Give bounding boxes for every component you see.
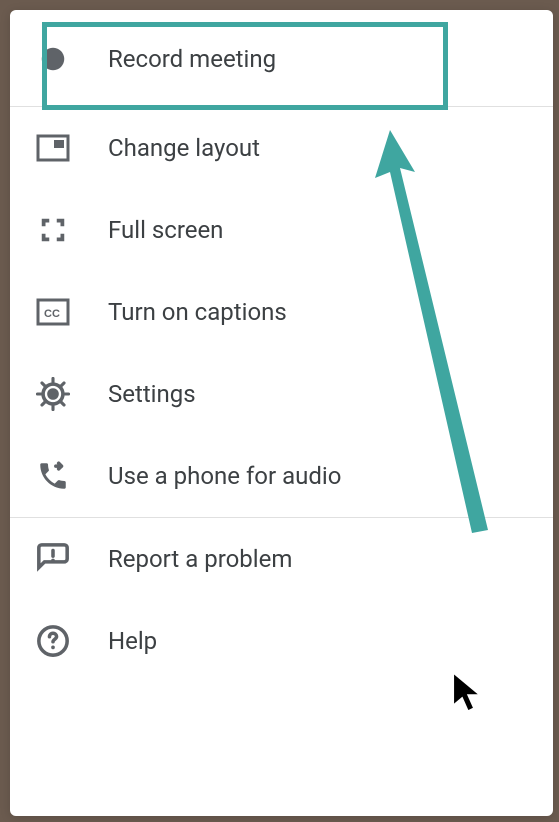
change-layout-item[interactable]: Change layout [10, 107, 553, 189]
fullscreen-item[interactable]: Full screen [10, 189, 553, 271]
settings-item[interactable]: Settings [10, 353, 553, 435]
change-layout-label: Change layout [108, 134, 260, 162]
phone-audio-label: Use a phone for audio [108, 462, 341, 490]
feedback-icon [34, 540, 72, 578]
settings-label: Settings [108, 380, 196, 408]
menu-section-3: Report a problem Help [10, 518, 553, 682]
captions-label: Turn on captions [108, 298, 287, 326]
help-item[interactable]: Help [10, 600, 553, 682]
context-menu: Record meeting Change layout Full screen [10, 10, 553, 816]
record-meeting-label: Record meeting [108, 45, 276, 73]
phone-audio-item[interactable]: Use a phone for audio [10, 435, 553, 517]
record-icon [34, 40, 72, 78]
phone-forward-icon [34, 457, 72, 495]
menu-section-2: Change layout Full screen CC Turn on cap… [10, 107, 553, 517]
gear-icon [34, 375, 72, 413]
svg-text:CC: CC [44, 308, 60, 320]
captions-item[interactable]: CC Turn on captions [10, 271, 553, 353]
captions-icon: CC [34, 293, 72, 331]
report-problem-item[interactable]: Report a problem [10, 518, 553, 600]
menu-section-1: Record meeting [10, 10, 553, 106]
record-meeting-item[interactable]: Record meeting [10, 10, 553, 106]
layout-icon [34, 129, 72, 167]
report-problem-label: Report a problem [108, 545, 292, 573]
fullscreen-label: Full screen [108, 216, 223, 244]
fullscreen-icon [34, 211, 72, 249]
help-icon [34, 622, 72, 660]
help-label: Help [108, 627, 157, 655]
